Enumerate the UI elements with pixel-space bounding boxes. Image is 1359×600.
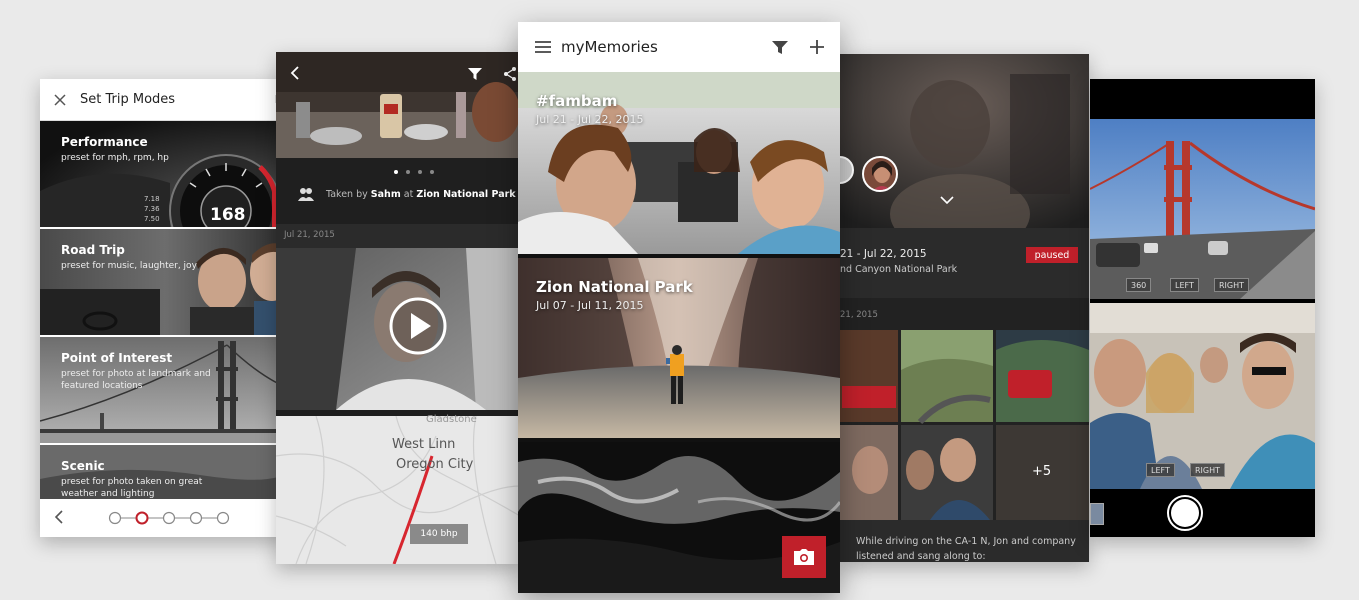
people-icon (298, 187, 314, 201)
add-icon[interactable] (810, 40, 824, 54)
trip-place: nd Canyon National Park (840, 264, 958, 275)
my-memories-screen: myMemories #fambam Jul 21 - Jul 22, 2015… (518, 22, 840, 593)
trip-modes-title: Set Trip Modes (80, 92, 176, 107)
status-badge: paused (1026, 247, 1078, 263)
pager-dot[interactable] (189, 511, 203, 525)
trip-modes-header: Set Trip Modes Do (40, 79, 290, 121)
gauge-readout: 7.50 (144, 215, 160, 223)
view-tag-left[interactable]: LEFT (1170, 278, 1199, 292)
camera-screen: 360 LEFT RIGHT LEFT RIGHT (1090, 79, 1315, 537)
share-icon[interactable] (504, 67, 516, 81)
gallery-thumbnail[interactable] (1090, 503, 1104, 525)
photo-caption: Taken by Sahm at Zion National Park (276, 174, 520, 214)
bridge-photo (1090, 119, 1315, 299)
memory-card-dates: Jul 07 - Jul 11, 2015 (536, 299, 644, 312)
pager-dot[interactable] (162, 511, 176, 525)
memory-card-dates: Jul 21 - Jul 22, 2015 (536, 113, 644, 126)
date-header-bar: Jul 21, 2015 (276, 224, 520, 248)
view-tag-right[interactable]: RIGHT (1190, 463, 1226, 477)
shutter-button[interactable] (1166, 494, 1204, 532)
mode-title: Point of Interest (61, 351, 173, 365)
trip-info-panel: 21 - Jul 22, 2015 nd Canyon National Par… (840, 228, 1089, 298)
caption-text: Taken by Sahm at Zion National Park (326, 189, 516, 200)
gauge-speed-value: 168 (210, 205, 246, 225)
mode-performance[interactable]: 168 7.18 7.36 7.50 Performance preset fo… (40, 121, 290, 227)
pager-dot[interactable] (108, 511, 122, 525)
trip-description: While driving on the CA-1 N, Jon and com… (856, 536, 1076, 562)
mode-subtitle: preset for photo at landmark and feature… (61, 369, 211, 391)
app-title: myMemories (561, 38, 658, 56)
mode-pager (40, 499, 290, 537)
hero-photo (840, 54, 1089, 228)
close-icon[interactable] (40, 93, 80, 106)
gauge-readout: 7.36 (144, 205, 160, 213)
cabin-photo (1090, 303, 1315, 489)
memory-card[interactable]: Zion National Park Jul 07 - Jul 11, 2015 (518, 258, 840, 438)
caption-author[interactable]: Sahm (371, 189, 401, 200)
map-label: Gladstone (426, 414, 477, 425)
date-header-bar: 21, 2015 (840, 298, 1089, 330)
filter-icon[interactable] (468, 68, 482, 80)
map-label: West Linn (392, 437, 456, 452)
memory-card-title: Zion National Park (536, 278, 693, 296)
mode-title: Performance (61, 135, 148, 149)
trip-dates: 21 - Jul 22, 2015 (840, 248, 927, 260)
date-header: Jul 21, 2015 (284, 230, 335, 240)
date-header: 21, 2015 (840, 310, 878, 320)
food-photo (276, 52, 520, 158)
memory-card[interactable]: #fambam Jul 21 - Jul 22, 2015 (518, 72, 840, 254)
view-tag-360[interactable]: 360 (1126, 278, 1152, 292)
avatar[interactable] (862, 156, 898, 192)
mode-title: Scenic (61, 459, 105, 473)
gauge-readout: 7.18 (144, 195, 160, 203)
map-speed-badge: 140 bhp (410, 524, 468, 544)
pager-dot[interactable] (216, 511, 230, 525)
caption-prefix: Taken by (326, 188, 368, 200)
photo-detail-screen: Taken by Sahm at Zion National Park Jul … (276, 52, 520, 564)
map-label: Oregon City (396, 457, 474, 472)
chevron-left-icon[interactable] (54, 510, 64, 524)
view-tag-left[interactable]: LEFT (1146, 463, 1175, 477)
pager-dots (108, 511, 230, 525)
trip-detail-screen: 21 - Jul 22, 2015 nd Canyon National Par… (840, 54, 1089, 562)
mode-scenic[interactable]: Scenic preset for photo taken on great w… (40, 445, 290, 499)
mode-road-trip[interactable]: Road Trip preset for music, laughter, jo… (40, 229, 290, 335)
pager-dot-active[interactable] (135, 511, 149, 525)
mode-point-of-interest[interactable]: Point of Interest preset for photo at la… (40, 337, 290, 443)
trip-modes-screen: Set Trip Modes Do 168 7.18 7.36 (40, 79, 290, 537)
menu-icon[interactable] (535, 41, 551, 53)
chevron-down-icon[interactable] (940, 196, 954, 204)
app-header: myMemories (518, 22, 840, 72)
mode-subtitle: preset for music, laughter, joy (61, 261, 197, 271)
caption-mid: at (403, 188, 414, 200)
play-icon[interactable] (388, 296, 448, 356)
view-tag-right[interactable]: RIGHT (1214, 278, 1250, 292)
mode-subtitle: preset for mph, rpm, hp (61, 153, 169, 163)
caption-place[interactable]: Zion National Park (416, 189, 515, 200)
mode-title: Road Trip (61, 243, 125, 257)
more-photos-count[interactable]: +5 (1032, 464, 1051, 479)
memory-card-title: #fambam (536, 92, 618, 110)
back-arrow-icon[interactable] (290, 66, 300, 80)
camera-fab-button[interactable] (782, 536, 826, 578)
camera-icon (794, 549, 814, 565)
trip-description-panel: While driving on the CA-1 N, Jon and com… (840, 520, 1089, 562)
mode-subtitle: preset for photo taken on great weather … (61, 477, 203, 499)
filter-icon[interactable] (772, 41, 788, 54)
photo-grid[interactable] (840, 330, 1089, 520)
